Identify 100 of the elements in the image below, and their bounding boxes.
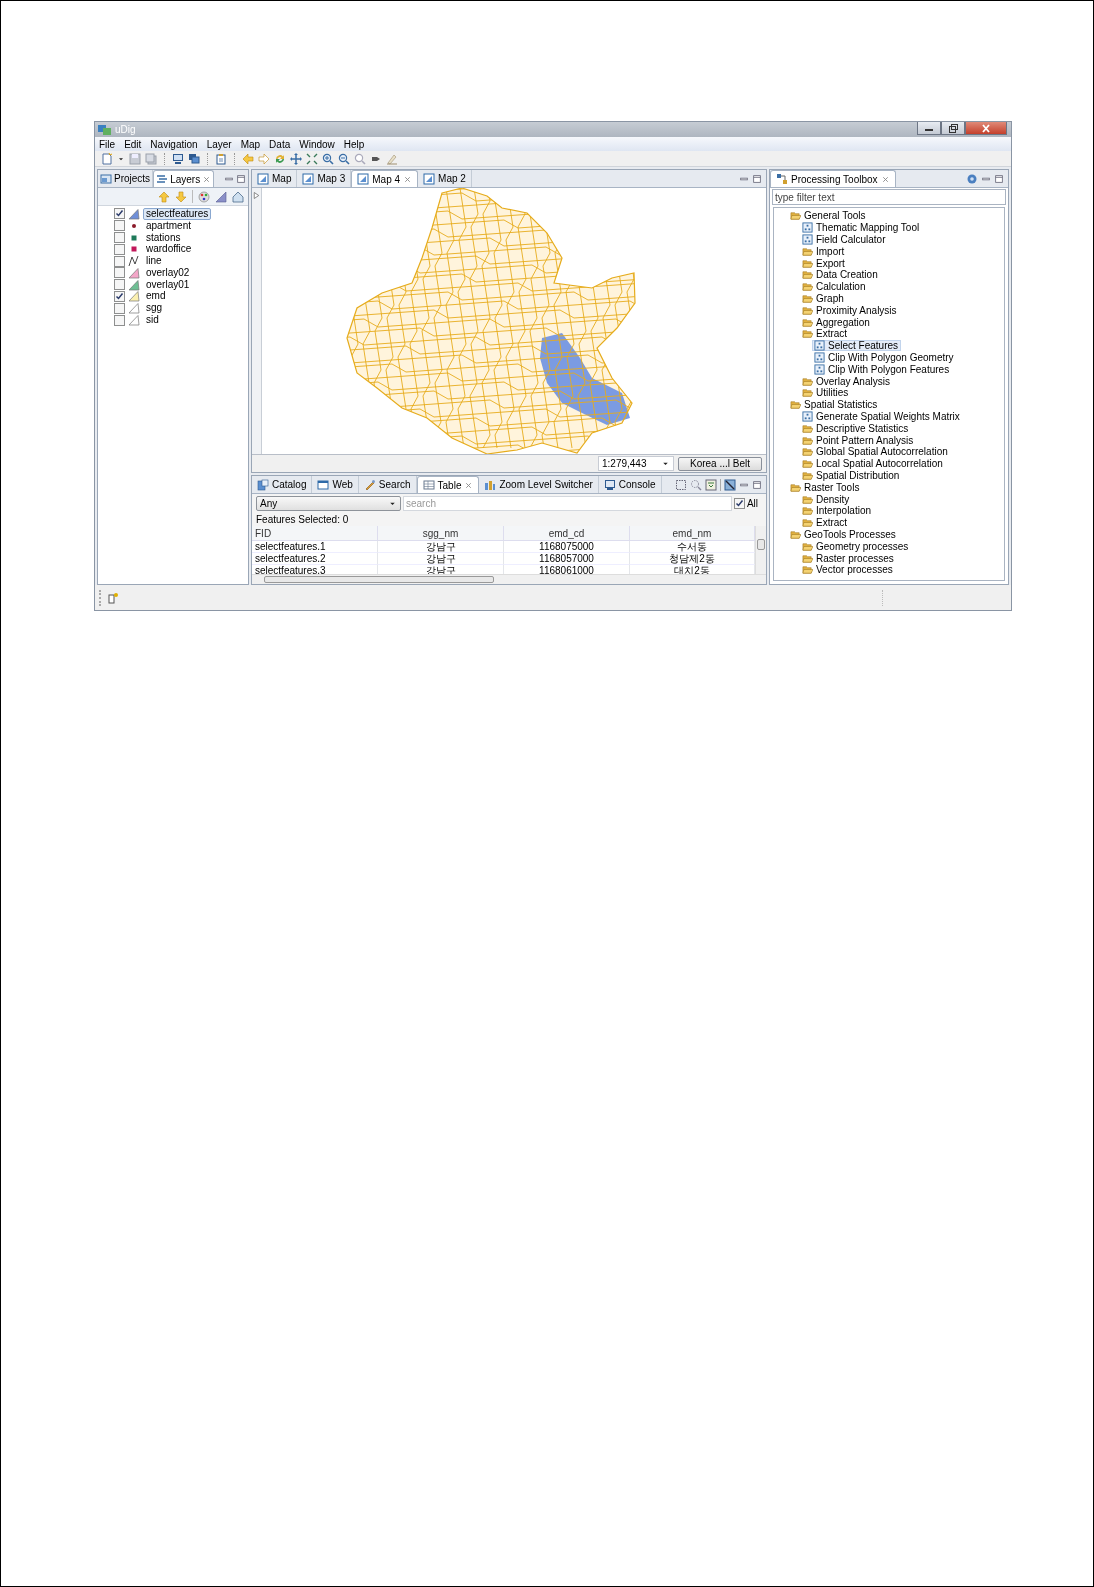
- close-icon[interactable]: [464, 480, 474, 490]
- tab[interactable]: Projects: [98, 170, 154, 187]
- tree-item[interactable]: Geometry processes: [800, 540, 912, 552]
- column-header[interactable]: FID: [252, 526, 378, 541]
- tree-item[interactable]: Extract: [800, 328, 851, 340]
- house-icon[interactable]: [232, 190, 244, 203]
- clear-selection-icon[interactable]: [724, 478, 736, 491]
- tree-item[interactable]: Data Creation: [800, 269, 881, 281]
- pan-icon[interactable]: [290, 152, 302, 165]
- triangle-icon[interactable]: [215, 190, 227, 203]
- select-box-icon[interactable]: [675, 478, 687, 491]
- scale-dropdown[interactable]: 1:279,443: [598, 456, 674, 471]
- vertical-scrollbar[interactable]: [755, 526, 766, 574]
- monitor-icon[interactable]: [172, 152, 184, 165]
- menu-item[interactable]: Map: [240, 138, 261, 150]
- tree-item[interactable]: Export: [800, 257, 848, 269]
- layer-name[interactable]: selectfeatures: [143, 207, 212, 220]
- forward-arrow-icon[interactable]: [258, 152, 270, 165]
- tree-item[interactable]: Aggregation: [800, 316, 873, 328]
- maximize-icon[interactable]: [994, 173, 1004, 184]
- layer-name[interactable]: sid: [143, 314, 162, 327]
- minimize-button[interactable]: [917, 122, 941, 135]
- new-file-icon[interactable]: [101, 152, 113, 165]
- tree-item[interactable]: Global Spatial Autocorrelation: [800, 446, 951, 458]
- checkbox[interactable]: [733, 498, 745, 509]
- tree-item[interactable]: Point Pattern Analysis: [800, 434, 917, 446]
- back-arrow-icon[interactable]: [242, 152, 254, 165]
- palette-icon[interactable]: [198, 190, 210, 203]
- tree-item[interactable]: Raster processes: [800, 552, 897, 564]
- tab[interactable]: Web: [312, 476, 359, 493]
- restore-button[interactable]: [941, 122, 965, 135]
- maximize-icon[interactable]: [752, 479, 762, 490]
- tab[interactable]: Map: [252, 170, 298, 187]
- tree-item[interactable]: Clip With Polygon Features: [812, 363, 953, 375]
- menu-item[interactable]: Layer: [206, 138, 232, 150]
- checkbox[interactable]: [114, 208, 125, 220]
- tree-item[interactable]: Extract: [800, 516, 851, 529]
- checkbox[interactable]: [114, 290, 125, 302]
- tree-item[interactable]: Local Spatial Autocorrelation: [800, 457, 946, 470]
- full-extent-icon[interactable]: [306, 152, 318, 165]
- tree-item[interactable]: GeoTools Processes: [788, 528, 899, 541]
- tree-item[interactable]: Generate Spatial Weights Matrix: [800, 410, 963, 423]
- menu-item[interactable]: File: [99, 138, 116, 150]
- tree-item[interactable]: Utilities: [800, 387, 852, 399]
- column-header[interactable]: emd_cd: [504, 526, 630, 541]
- menu-item[interactable]: Help: [343, 138, 365, 150]
- column-header[interactable]: emd_nm: [630, 526, 755, 541]
- tree-item[interactable]: Proximity Analysis: [800, 304, 900, 316]
- search-field[interactable]: search: [403, 496, 732, 511]
- clipboard-icon[interactable]: [215, 152, 227, 165]
- tab[interactable]: Map 3: [297, 170, 352, 187]
- tree-item[interactable]: Spatial Statistics: [788, 398, 881, 411]
- checkbox[interactable]: [114, 255, 125, 267]
- menu-item[interactable]: Window: [299, 138, 335, 150]
- menu-item[interactable]: Edit: [124, 138, 142, 150]
- tab[interactable]: Processing Toolbox: [770, 170, 896, 187]
- layer-name[interactable]: overlay01: [143, 278, 193, 291]
- close-icon[interactable]: [202, 174, 212, 184]
- layer-name[interactable]: stations: [143, 231, 184, 244]
- layer-name[interactable]: apartment: [143, 219, 195, 232]
- refresh-icon[interactable]: [274, 152, 286, 165]
- tree-item[interactable]: Vector processes: [800, 564, 896, 576]
- tab[interactable]: Table: [416, 476, 480, 493]
- column-header[interactable]: sgg_nm: [378, 526, 504, 541]
- tab[interactable]: Map 4: [351, 170, 419, 187]
- checkbox[interactable]: [114, 243, 125, 255]
- down-arrow-icon[interactable]: [175, 190, 187, 203]
- filter-field[interactable]: type filter text: [772, 189, 1006, 205]
- tree-item[interactable]: Raster Tools: [788, 481, 863, 493]
- tree-item[interactable]: Calculation: [800, 280, 869, 293]
- horizontal-scrollbar[interactable]: [252, 574, 766, 584]
- menu-item[interactable]: Data: [269, 138, 291, 150]
- promote-icon[interactable]: [705, 478, 717, 491]
- checkbox[interactable]: [114, 220, 125, 232]
- maximize-icon[interactable]: [236, 173, 246, 184]
- checkbox[interactable]: [114, 279, 125, 291]
- zoom-to-selection-icon[interactable]: [690, 478, 702, 491]
- tree-item[interactable]: General Tools: [788, 210, 869, 222]
- close-button[interactable]: [965, 122, 1007, 135]
- crs-button[interactable]: Korea ...l Belt: [678, 456, 762, 471]
- tree-item[interactable]: Graph: [800, 292, 847, 305]
- save-all-icon[interactable]: [145, 152, 157, 165]
- monitors-icon[interactable]: [188, 152, 200, 165]
- tree-item[interactable]: Import: [800, 245, 848, 258]
- tree-item[interactable]: Spatial Distribution: [800, 469, 903, 482]
- layer-name[interactable]: overlay02: [143, 266, 193, 279]
- tab[interactable]: Zoom Level Switcher: [479, 476, 599, 493]
- layer-name[interactable]: emd: [143, 290, 169, 303]
- tree-item[interactable]: Thematic Mapping Tool: [800, 221, 923, 234]
- filter-dropdown[interactable]: Any: [256, 496, 401, 511]
- expand-icon[interactable]: [252, 191, 261, 200]
- layer-name[interactable]: line: [143, 255, 165, 268]
- layer-name[interactable]: wardoffice: [143, 243, 195, 256]
- checkbox[interactable]: [114, 232, 125, 243]
- maximize-icon[interactable]: [752, 173, 762, 184]
- up-arrow-icon[interactable]: [158, 190, 170, 203]
- close-icon[interactable]: [403, 174, 413, 184]
- checkbox[interactable]: [114, 314, 125, 326]
- tab[interactable]: Layers: [153, 170, 215, 187]
- menu-item[interactable]: Navigation: [150, 138, 198, 150]
